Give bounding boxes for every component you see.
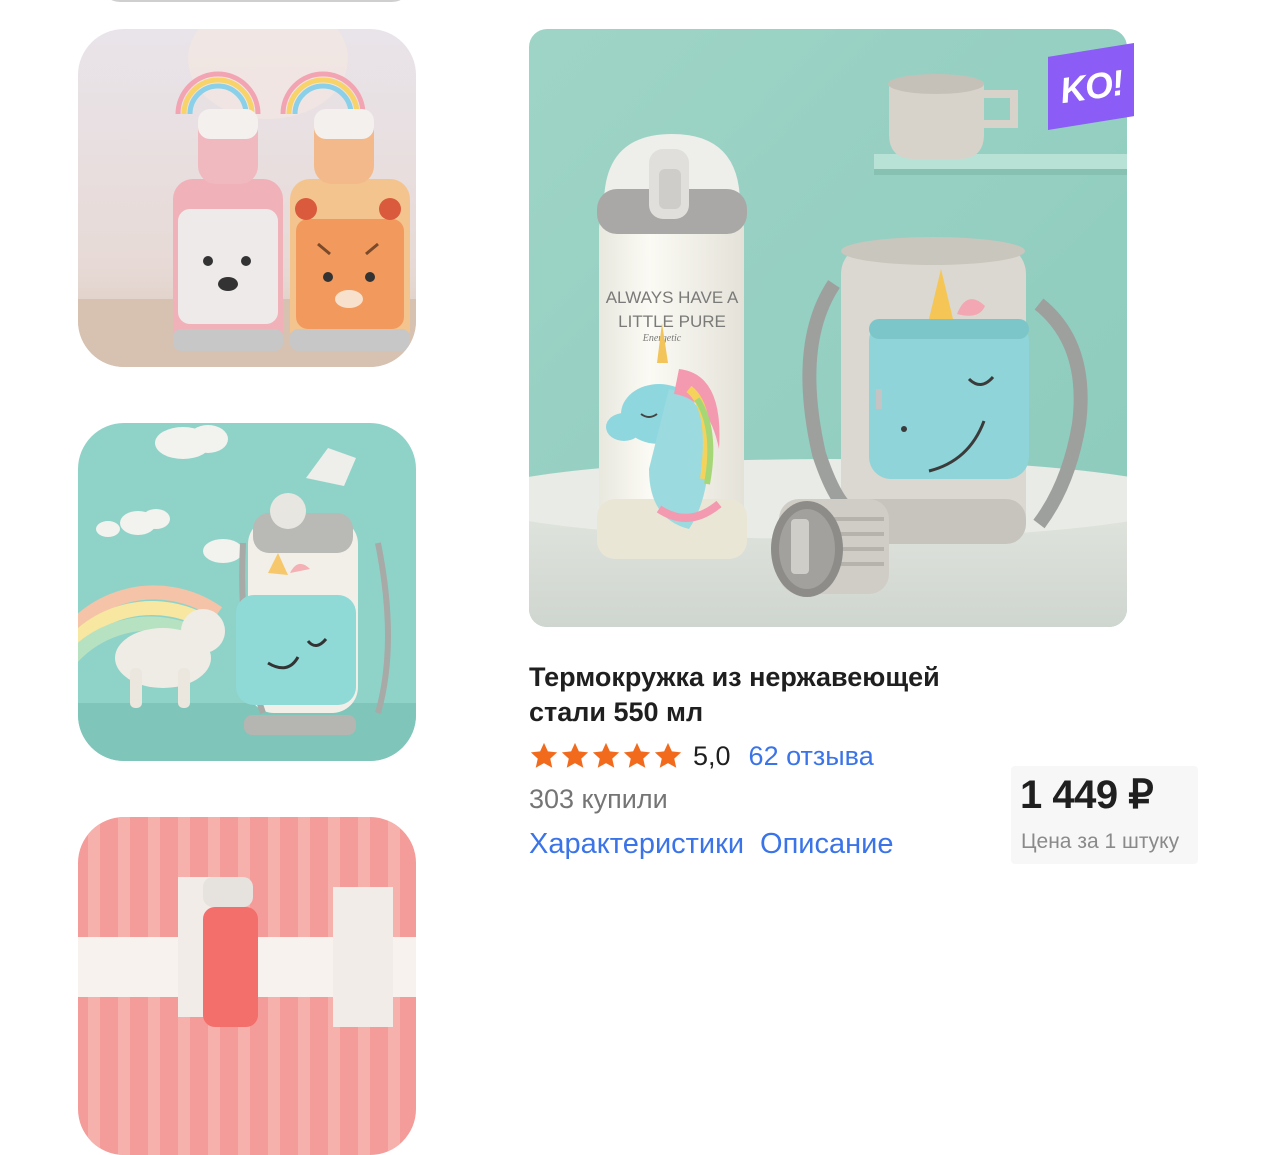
product-title: Термокружка из нержавеющей стали 550 мл: [529, 662, 940, 727]
rating-value: 5,0: [693, 740, 731, 771]
thumbnail-unicorn-scene-image: [78, 423, 416, 761]
rating-row: 5,0 62 отзыва: [529, 736, 874, 776]
price-box: 1 449 ₽ Цена за 1 штуку: [1011, 766, 1198, 864]
thumbnail-animal-bottles-image: [78, 29, 416, 367]
star-icon: [623, 742, 651, 768]
thumbnail-unicorn-scene[interactable]: [78, 423, 416, 761]
product-main-image[interactable]: ALWAYS HAVE A LITTLE PURE Energetic: [529, 29, 1127, 627]
thumbnail-animal-bottles[interactable]: [78, 29, 416, 367]
rating-stars: [529, 741, 683, 771]
purchase-count: 303 купили: [529, 784, 668, 814]
star-icon: [530, 742, 558, 768]
price-amount: 1 449 ₽: [1020, 773, 1154, 817]
ko-badge-text: KO!: [1056, 61, 1125, 111]
reviews-link[interactable]: 62 отзыва: [749, 741, 874, 772]
bottle-print-line1: ALWAYS HAVE A: [606, 288, 739, 307]
characteristics-link[interactable]: Характеристики: [529, 828, 744, 861]
star-icon: [561, 742, 589, 768]
ko-badge: KO!: [1048, 43, 1134, 130]
thumbnail-pink-bottle-image: [78, 817, 416, 1155]
product-photo: ALWAYS HAVE A LITTLE PURE Energetic: [529, 29, 1127, 627]
thumbnail-pink-bottle[interactable]: [78, 817, 416, 1155]
description-link[interactable]: Описание: [760, 828, 893, 861]
price-per-unit-note: Цена за 1 штуку: [1021, 830, 1180, 853]
star-icon: [592, 742, 620, 768]
star-icon: [654, 742, 682, 768]
bottle-print-line2: LITTLE PURE: [618, 312, 726, 331]
previous-thumbnail-edge[interactable]: [100, 0, 412, 2]
product-info-links: Характеристики Описание: [529, 828, 893, 861]
